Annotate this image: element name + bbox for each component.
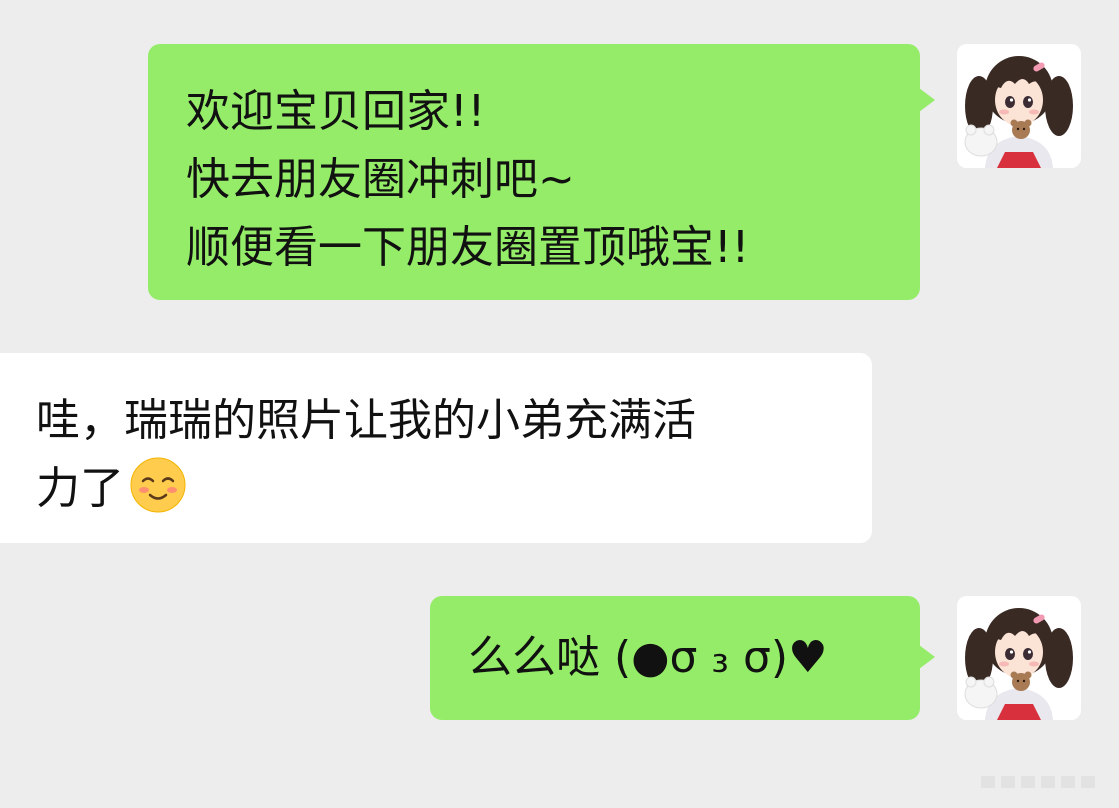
message-text-line: 哇，瑞瑞的照片让我的小弟充满活 [36,395,696,446]
message-text-line: 欢迎宝贝回家!! [186,86,486,137]
message-text-line: 快去朋友圈冲刺吧~ [186,154,575,205]
sender-avatar[interactable] [957,596,1081,720]
sent-message-bubble[interactable]: 么么哒 (●σ ₃ σ)♥ [430,596,920,720]
bubble-tail [919,645,935,669]
sender-avatar[interactable] [957,44,1081,168]
message-text-line: 力了 [36,455,872,523]
message-text-line: 顺便看一下朋友圈置顶哦宝!! [186,222,750,273]
sent-message-bubble[interactable]: 欢迎宝贝回家!! 快去朋友圈冲刺吧~ 顺便看一下朋友圈置顶哦宝!! [148,44,920,300]
message-text-fragment: 力了 [36,463,124,514]
watermark-logo [981,776,1095,788]
anime-girl-avatar-icon [957,596,1081,720]
smiling-blush-emoji-icon [130,457,186,513]
anime-girl-avatar-icon [957,44,1081,168]
received-message-bubble[interactable]: 哇，瑞瑞的照片让我的小弟充满活 力了 [0,353,872,543]
bubble-tail [919,88,935,112]
message-text-line: 么么哒 (●σ ₃ σ)♥ [468,632,828,683]
